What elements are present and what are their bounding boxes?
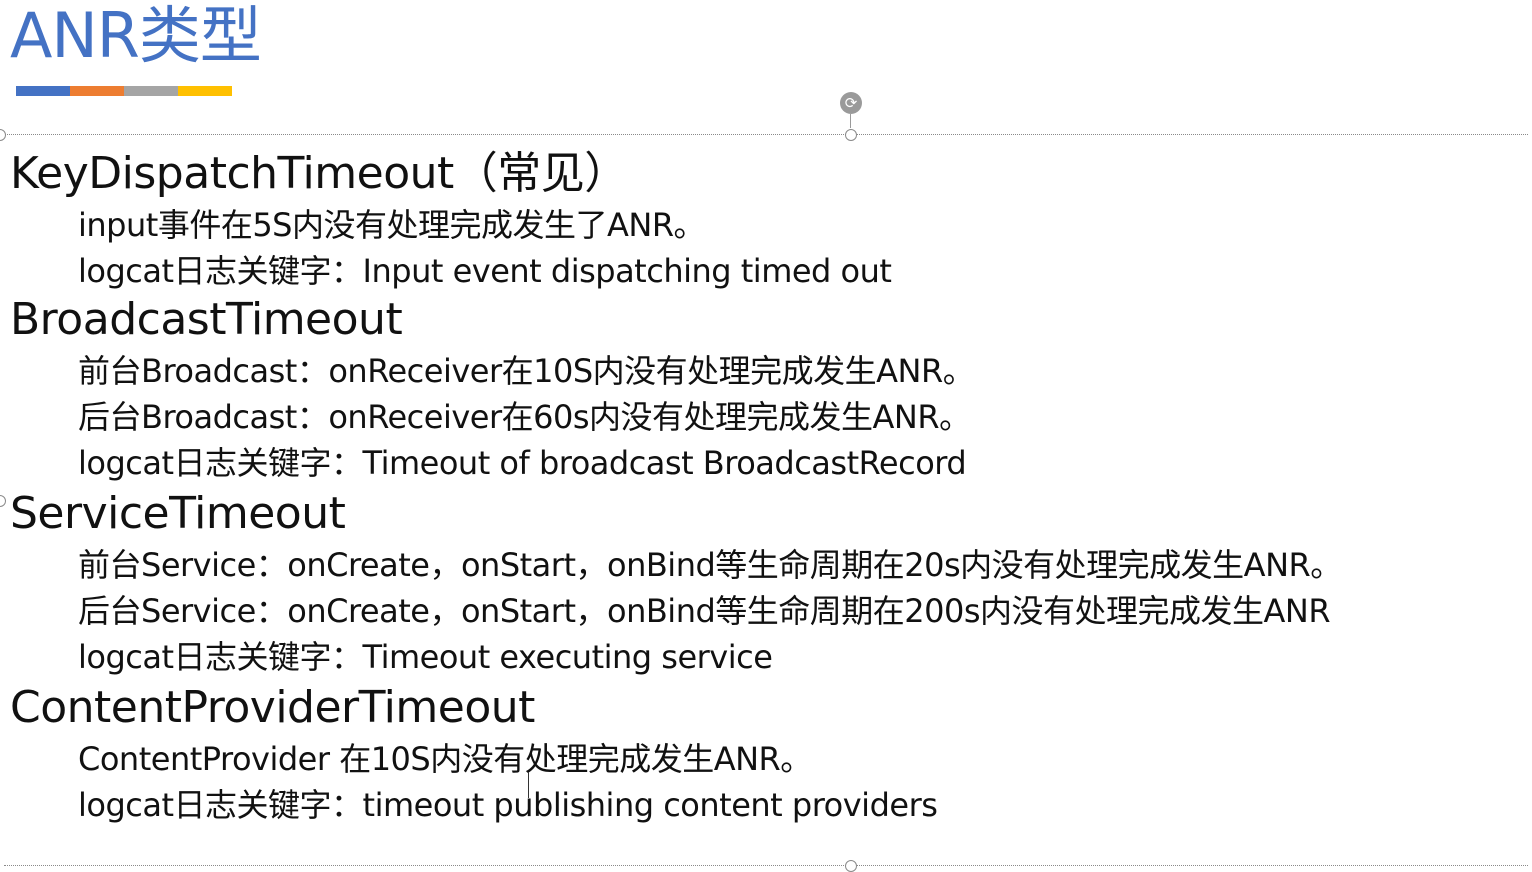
- section-broadcast-timeout: BroadcastTimeout 前台Broadcast：onReceiver在…: [10, 292, 1525, 486]
- underline-segment-gray: [124, 86, 178, 96]
- section-key-dispatch-timeout: KeyDispatchTimeout（常见） input事件在5S内没有处理完成…: [10, 146, 1525, 294]
- section-line: logcat日志关键字：Timeout executing service: [78, 638, 773, 676]
- section-line: input事件在5S内没有处理完成发生了ANR。: [78, 206, 706, 244]
- text-cursor: [528, 772, 529, 798]
- section-heading: ContentProviderTimeout: [10, 682, 535, 733]
- section-line: logcat日志关键字：Timeout of broadcast Broadca…: [78, 444, 967, 482]
- underline-segment-blue: [16, 86, 70, 96]
- section-heading: ServiceTimeout: [10, 488, 346, 539]
- section-heading: KeyDispatchTimeout（常见）: [10, 148, 628, 199]
- resize-handle-bottom-center[interactable]: [845, 860, 857, 872]
- slide-body-text[interactable]: KeyDispatchTimeout（常见） input事件在5S内没有处理完成…: [10, 146, 1525, 828]
- resize-handle-top-center[interactable]: [845, 129, 857, 141]
- rotate-icon[interactable]: ⟳: [840, 92, 862, 114]
- section-content-provider-timeout: ContentProviderTimeout ContentProvider 在…: [10, 680, 1525, 828]
- rotate-handle-stem: [850, 114, 851, 128]
- underline-segment-yellow: [178, 86, 232, 96]
- section-line: 后台Service：onCreate，onStart，onBind等生命周期在2…: [78, 592, 1331, 630]
- section-service-timeout: ServiceTimeout 前台Service：onCreate，onStar…: [10, 486, 1525, 680]
- section-line: ContentProvider 在10S内没有处理完成发生ANR。: [78, 740, 812, 778]
- section-line: logcat日志关键字：timeout publishing content p…: [78, 786, 938, 824]
- section-line: 后台Broadcast：onReceiver在60s内没有处理完成发生ANR。: [78, 398, 971, 436]
- underline-segment-orange: [70, 86, 124, 96]
- title-underline: [16, 86, 232, 96]
- section-line: 前台Broadcast：onReceiver在10S内没有处理完成发生ANR。: [78, 352, 975, 390]
- slide-title: ANR类型: [10, 0, 262, 72]
- section-heading: BroadcastTimeout: [10, 294, 403, 345]
- section-line: 前台Service：onCreate，onStart，onBind等生命周期在2…: [78, 546, 1342, 584]
- section-line: logcat日志关键字：Input event dispatching time…: [78, 252, 892, 290]
